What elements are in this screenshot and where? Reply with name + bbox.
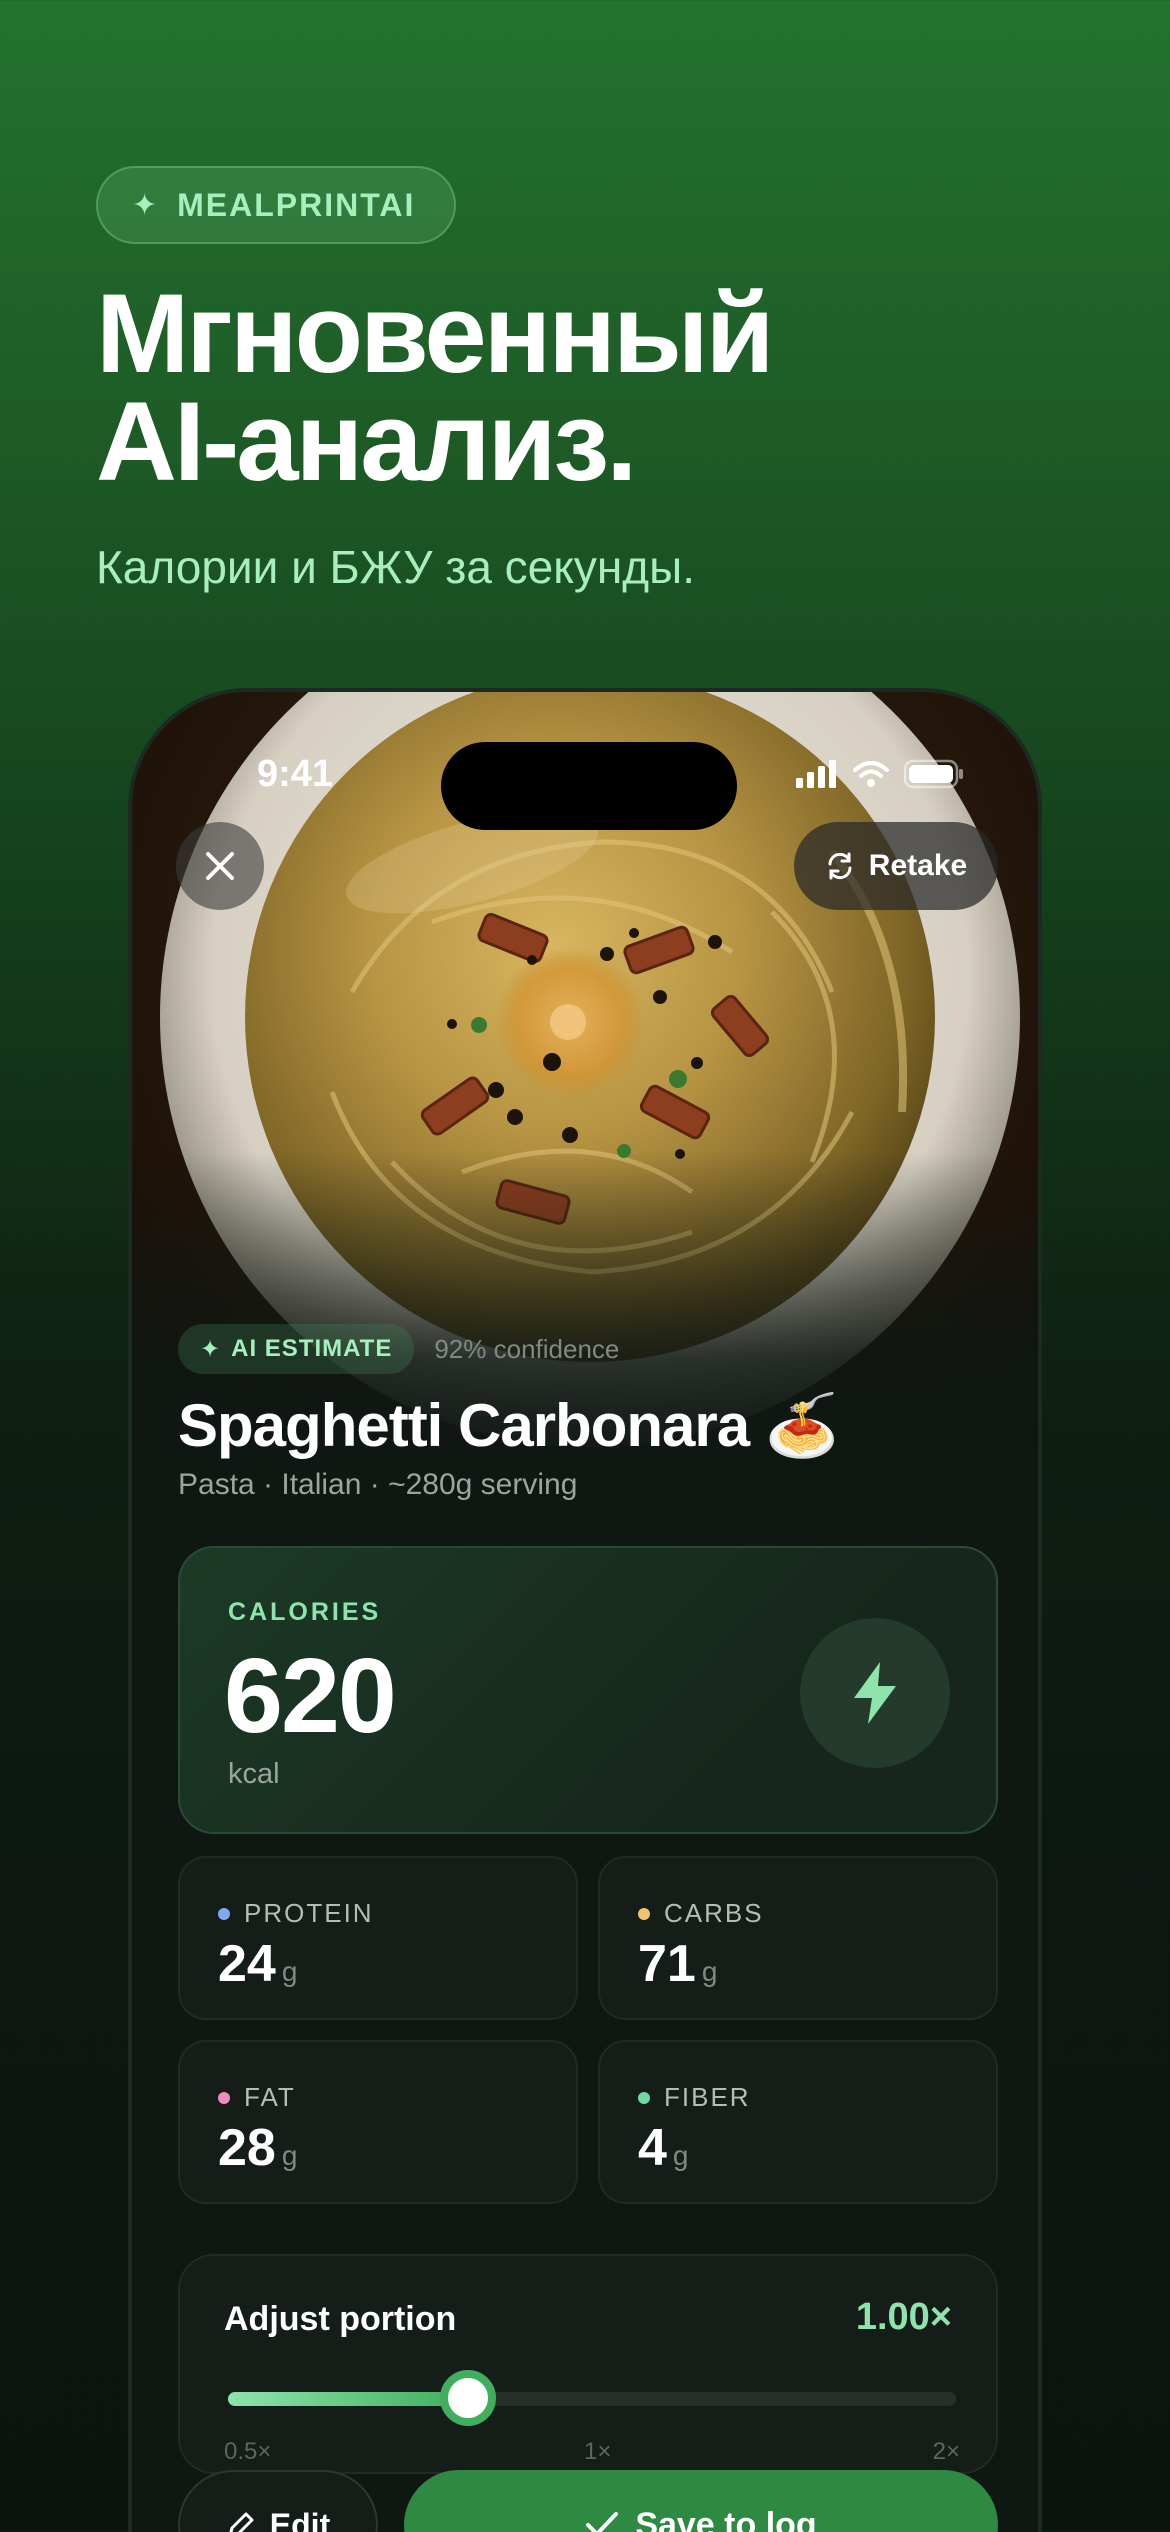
hero-title: Мгновенный AI-анализ. bbox=[96, 271, 774, 504]
checkmark-icon bbox=[586, 2512, 619, 2532]
save-to-log-button[interactable]: Save to log bbox=[404, 2470, 998, 2532]
macro-label: FAT bbox=[244, 2082, 296, 2112]
macro-card-fat: FAT 28 g bbox=[178, 2040, 578, 2204]
macro-label: FIBER bbox=[664, 2082, 751, 2112]
tick-min: 0.5× bbox=[224, 2438, 272, 2465]
brand-name: MEALPRINTAI bbox=[177, 186, 416, 223]
fiber-dot bbox=[638, 2091, 650, 2104]
fat-dot bbox=[218, 2091, 230, 2104]
macro-unit: g bbox=[701, 1956, 718, 1987]
macro-label: PROTEIN bbox=[244, 1898, 374, 1928]
dynamic-island bbox=[441, 742, 737, 830]
hero-title-line1: Мгновенный bbox=[96, 271, 774, 396]
tick-mid: 1× bbox=[584, 2438, 612, 2465]
macro-label: CARBS bbox=[664, 1898, 764, 1928]
macro-card-fiber: FIBER 4g bbox=[598, 2040, 998, 2204]
calories-label: CALORIES bbox=[228, 1598, 382, 1626]
calories-value: 620 bbox=[224, 1637, 397, 1755]
cellular-signal-icon bbox=[796, 760, 836, 788]
portion-title: Adjust portion bbox=[224, 2300, 457, 2338]
ai-estimate-label: AI ESTIMATE bbox=[231, 1335, 393, 1362]
status-icons bbox=[796, 759, 964, 789]
ai-estimate-badge: ✦ AI ESTIMATE bbox=[178, 1324, 415, 1374]
macro-value: 71 bbox=[638, 1935, 696, 1993]
battery-icon bbox=[904, 759, 963, 789]
ai-estimate-row: ✦ AI ESTIMATE 92% confidence bbox=[178, 1324, 619, 1374]
macro-unit: g bbox=[281, 1956, 298, 1987]
portion-slider-fill bbox=[228, 2392, 469, 2406]
portion-card: Adjust portion 1.00× 0.5× 1× 2× bbox=[178, 2254, 998, 2474]
wifi-icon bbox=[853, 761, 889, 787]
close-icon bbox=[206, 852, 234, 880]
edit-button[interactable]: Edit bbox=[178, 2470, 378, 2532]
macro-unit: g bbox=[672, 2140, 689, 2171]
status-bar: 9:41 bbox=[132, 742, 1038, 830]
edit-label: Edit bbox=[269, 2506, 331, 2532]
sparkle-icon: ✦ bbox=[132, 188, 160, 222]
macro-value: 24 bbox=[218, 1935, 276, 1993]
hero-subtitle: Калории и БЖУ за секунды. bbox=[96, 541, 695, 593]
portion-slider[interactable] bbox=[228, 2370, 956, 2426]
save-label: Save to log bbox=[635, 2505, 817, 2532]
close-button[interactable] bbox=[176, 822, 264, 910]
macro-value: 4 bbox=[638, 2119, 667, 2177]
dish-name: Spaghetti Carbonara 🍝 bbox=[178, 1392, 839, 1459]
portion-value: 1.00× bbox=[855, 2296, 952, 2338]
calories-unit: kcal bbox=[228, 1758, 280, 1790]
macro-value: 28 bbox=[218, 2119, 276, 2177]
sparkle-icon: ✦ bbox=[200, 1335, 222, 1363]
hero-title-line2: AI-анализ. bbox=[96, 379, 637, 504]
carbs-dot bbox=[638, 1907, 650, 1920]
macro-card-carbs: CARBS 71 g bbox=[598, 1856, 998, 2020]
status-time: 9:41 bbox=[257, 752, 334, 795]
confidence-text: 92% confidence bbox=[434, 1333, 620, 1364]
tick-max: 2× bbox=[932, 2438, 960, 2465]
retake-label: Retake bbox=[868, 849, 968, 882]
energy-badge bbox=[800, 1618, 950, 1768]
dish-meta: Pasta · Italian · ~280g serving bbox=[178, 1468, 578, 1501]
phone-frame: 9:41 Retake ✦ AI ESTIMATE 92% confidence… bbox=[128, 688, 1042, 2532]
protein-dot bbox=[218, 1907, 230, 1920]
macro-unit: g bbox=[281, 2140, 298, 2171]
retake-button[interactable]: Retake bbox=[794, 822, 998, 910]
refresh-icon bbox=[828, 852, 852, 880]
pencil-icon bbox=[229, 2512, 254, 2532]
portion-slider-knob[interactable] bbox=[440, 2370, 497, 2426]
macro-card-protein: PROTEIN 24 g bbox=[178, 1856, 578, 2020]
calories-card: CALORIES 620 kcal bbox=[178, 1546, 998, 1834]
brand-pill: ✦ MEALPRINTAI bbox=[96, 166, 456, 244]
lightning-bolt-icon bbox=[854, 1662, 896, 1724]
